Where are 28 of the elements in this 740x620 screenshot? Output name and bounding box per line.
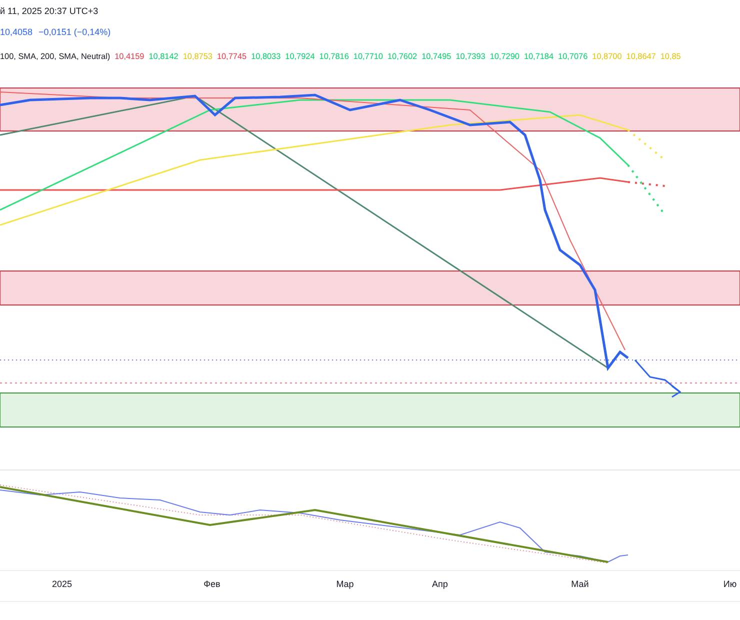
indicator-value: 10,8753	[182, 52, 212, 60]
price-value: 10,4058	[0, 27, 33, 37]
time-axis-label: Мар	[336, 579, 354, 589]
indicator-value: 10,7745	[216, 52, 247, 60]
indicator-value: 10,7076	[558, 52, 588, 60]
indicator-value: 10,7602	[388, 52, 418, 60]
price-change: −0,0151 (−0,14%)	[38, 27, 111, 37]
time-axis-label: Фев	[204, 579, 220, 589]
indicator-label: 100, SMA, 200, SMA, Neutral)	[0, 52, 110, 60]
indicator-value: 10,4159	[114, 52, 144, 60]
forecast-arrow	[634, 360, 682, 398]
time-axis-label: Апр	[432, 579, 448, 589]
indicator-value: 10,7393	[456, 52, 486, 60]
indicator-value: 10,8647	[626, 52, 656, 60]
chart-datetime: й 11, 2025 20:37 UTC+3	[0, 6, 98, 16]
indicator-value: 10,7710	[353, 52, 383, 60]
indicator-value: 10,7924	[285, 52, 315, 60]
time-axis-label: Ию	[723, 579, 737, 589]
indicator-value: 10,7816	[319, 52, 349, 60]
indicator-value: 10,8700	[592, 52, 622, 60]
indicator-value: 10,7290	[490, 52, 520, 60]
time-axis-label: Май	[571, 579, 589, 589]
indicator-value: 10,8033	[251, 52, 281, 60]
time-axis-label: 2025	[52, 579, 72, 589]
indicator-value: 10,7184	[524, 52, 554, 60]
indicator-value: 10,8142	[148, 52, 178, 60]
indicator-value: 10,85	[660, 52, 681, 60]
indicator-value: 10,7495	[422, 52, 452, 60]
